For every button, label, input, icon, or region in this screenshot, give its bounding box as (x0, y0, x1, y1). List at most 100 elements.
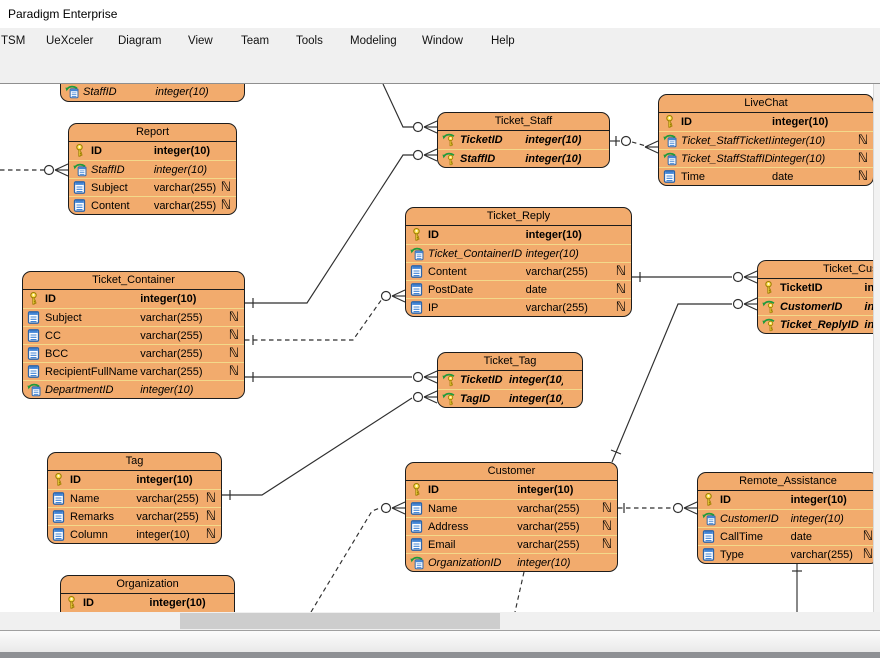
er-table-row[interactable]: TicketID integer(10) (758, 279, 880, 297)
nullable-icon: ℕ (854, 152, 868, 166)
er-table-ticket_container[interactable]: Ticket_Container ID integer(10) Subject … (22, 271, 245, 399)
status-bar (0, 630, 880, 652)
er-table-customer[interactable]: Customer ID integer(10) Name varchar(255… (405, 462, 618, 572)
er-table-row[interactable]: Content varchar(255) ℕ (69, 196, 236, 214)
er-table-row[interactable]: Ticket_StaffStaffID integer(10) ℕ (659, 149, 873, 167)
column-name: ID (91, 145, 154, 157)
menu-item-tools[interactable]: Tools (296, 35, 323, 47)
er-table-row[interactable]: ID integer(10) (406, 226, 631, 244)
er-table-row[interactable]: TicketID integer(10) (438, 131, 609, 149)
horizontal-scrollbar[interactable] (0, 612, 880, 630)
er-table-row[interactable]: Ticket_ContainerID integer(10) (406, 244, 631, 262)
er-table-ticket_tag[interactable]: Ticket_Tag TicketID integer(10) TagID in… (437, 352, 583, 408)
er-table-row[interactable]: PostDate date ℕ (406, 280, 631, 298)
er-table-row[interactable]: CustomerID integer(10) (698, 509, 878, 527)
er-table-row[interactable]: IP varchar(255) ℕ (406, 298, 631, 316)
er-table-row[interactable]: Email varchar(255) ℕ (406, 535, 617, 553)
er-table-row[interactable]: CC varchar(255) ℕ (23, 326, 244, 344)
er-table-title: Ticket_Custom (758, 261, 880, 279)
column-icon (663, 170, 678, 184)
er-table-remote_assistance[interactable]: Remote_Assistance ID integer(10) Custome… (697, 472, 879, 564)
er-table-rows: ID integer(10) Ticket_StaffTicketID inte… (659, 113, 873, 185)
nullable-icon: ℕ (854, 170, 868, 184)
primary-foreign-key-icon (762, 318, 777, 332)
er-table-livechat[interactable]: LiveChat ID integer(10) Ticket_StaffTick… (658, 94, 874, 186)
column-type: varchar(255) (517, 521, 598, 533)
er-table-row[interactable]: ID integer(10) (406, 481, 617, 499)
primary-key-icon (65, 596, 80, 610)
column-type: date (791, 531, 859, 543)
er-table-row[interactable]: Column integer(10) ℕ (48, 525, 221, 543)
column-name: DepartmentID (45, 384, 140, 396)
column-name: ID (83, 597, 149, 609)
nullable-icon: ℕ (598, 538, 612, 552)
menu-item-team[interactable]: Team (241, 35, 269, 47)
er-table-row[interactable]: Ticket_StaffTicketID integer(10) ℕ (659, 131, 873, 149)
menu-item-modeling[interactable]: Modeling (350, 35, 397, 47)
er-table-row[interactable]: StaffID integer(10) (69, 160, 236, 178)
er-table-row[interactable]: ID integer(10) (69, 142, 236, 160)
er-table-row[interactable]: ID integer(10) (48, 471, 221, 489)
column-icon (410, 538, 425, 552)
column-type: integer(10) (791, 494, 859, 506)
er-table-row[interactable]: DepartmentID integer(10) (23, 380, 244, 398)
er-table-ticket_custom[interactable]: Ticket_Custom TicketID integer(10) Custo… (757, 260, 880, 334)
er-table-row[interactable]: ID integer(10) (698, 491, 878, 509)
er-table-row[interactable]: TicketID integer(10) (438, 371, 582, 389)
menu-item-diagram[interactable]: Diagram (118, 35, 161, 47)
column-name: Remarks (70, 511, 136, 523)
er-table-tag[interactable]: Tag ID integer(10) Name varchar(255) ℕ R… (47, 452, 222, 544)
menu-bar: TSM UeXceler Diagram View Team Tools Mod… (0, 28, 880, 56)
vertical-scrollbar[interactable] (873, 84, 880, 612)
er-table-row[interactable]: Remarks varchar(255) ℕ (48, 507, 221, 525)
column-name: Ticket_ReplyID (780, 319, 864, 331)
er-table-row[interactable]: Ticket_ReplyID integer(10) (758, 315, 880, 333)
column-name: StaffID (83, 86, 155, 98)
er-table-row[interactable]: BCC varchar(255) ℕ (23, 344, 244, 362)
er-table-row[interactable]: Address varchar(255) ℕ (406, 517, 617, 535)
er-table-ticket_reply[interactable]: Ticket_Reply ID integer(10) Ticket_Conta… (405, 207, 632, 317)
menu-item-tsm[interactable]: TSM (1, 35, 25, 47)
menu-item-view[interactable]: View (188, 35, 213, 47)
er-table-row[interactable]: Name varchar(255) ℕ (406, 499, 617, 517)
er-table-row[interactable]: OrganizationID integer(10) (406, 553, 617, 571)
er-table-row[interactable]: TagID integer(10) (438, 389, 582, 407)
er-table-row[interactable]: RecipientFullName varchar(255) ℕ (23, 362, 244, 380)
column-name: CC (45, 330, 140, 342)
er-table-row[interactable]: Type varchar(255) ℕ (698, 545, 878, 563)
column-name: Content (91, 200, 154, 212)
er-table-rows: ID integer(10) CustomerID integer(10) Ca… (698, 491, 878, 563)
er-table-row[interactable]: CallTime date ℕ (698, 527, 878, 545)
title-bar[interactable]: Paradigm Enterprise (0, 0, 880, 28)
er-table-ticket_staff[interactable]: Ticket_Staff TicketID integer(10) StaffI… (437, 112, 610, 168)
er-table-row[interactable]: ID integer(10) (61, 594, 234, 612)
er-table-row[interactable]: Content varchar(255) ℕ (406, 262, 631, 280)
foreign-key-icon (27, 383, 42, 397)
er-table-row[interactable]: ID integer(10) (23, 290, 244, 308)
er-table-row[interactable]: Time date ℕ (659, 167, 873, 185)
toolbar-area (0, 56, 880, 84)
column-name: BCC (45, 348, 140, 360)
menu-item-window[interactable]: Window (422, 35, 463, 47)
column-type: integer(10) (791, 513, 859, 525)
column-type: integer(10) (154, 164, 217, 176)
er-table-row[interactable]: ID integer(10) (659, 113, 873, 131)
er-table-rows: ID integer(10) Name varchar(255) ℕ Addre… (406, 481, 617, 571)
er-table-row[interactable]: Name varchar(255) ℕ (48, 489, 221, 507)
column-name: TagID (460, 393, 509, 405)
column-icon (702, 530, 717, 544)
er-table-row[interactable]: Subject varchar(255) ℕ (23, 308, 244, 326)
menu-item-help[interactable]: Help (491, 35, 515, 47)
nullable-icon: ℕ (202, 492, 216, 506)
er-table-report[interactable]: Report ID integer(10) StaffID integer(10… (68, 123, 237, 215)
er-table-row[interactable]: StaffID integer(10) (438, 149, 609, 167)
column-type: integer(10) (155, 86, 225, 98)
er-table-row[interactable]: CustomerID integer(10) (758, 297, 880, 315)
column-name: RecipientFullName (45, 366, 140, 378)
column-icon (52, 528, 67, 542)
horizontal-scrollbar-thumb[interactable] (180, 613, 500, 629)
menu-item-uexceler[interactable]: UeXceler (46, 35, 93, 47)
er-table-row[interactable]: StaffID integer(10) (61, 83, 244, 101)
er-table-row[interactable]: Subject varchar(255) ℕ (69, 178, 236, 196)
nullable-icon: ℕ (612, 301, 626, 315)
